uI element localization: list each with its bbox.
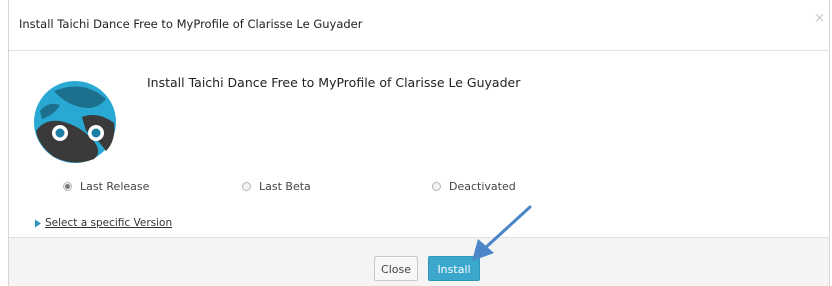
radio-button[interactable] (242, 182, 251, 191)
dialog-footer: Close Install (9, 237, 829, 286)
chevron-right-icon (35, 219, 41, 227)
taichi-dance-app-icon (34, 81, 116, 163)
radio-button[interactable] (63, 182, 72, 191)
radio-deactivated[interactable]: Deactivated (432, 180, 516, 193)
radio-label: Deactivated (449, 180, 516, 193)
radio-button[interactable] (432, 182, 441, 191)
close-icon[interactable]: × (814, 12, 825, 25)
dialog-header: Install Taichi Dance Free to MyProfile o… (9, 0, 829, 51)
radio-selected-dot (65, 184, 70, 189)
select-version-link[interactable]: Select a specific Version (34, 217, 172, 229)
radio-label: Last Release (80, 180, 150, 193)
dialog-title: Install Taichi Dance Free to MyProfile o… (19, 17, 363, 31)
radio-last-beta[interactable]: Last Beta (242, 180, 311, 193)
arrow-pointer-icon (472, 205, 532, 261)
release-radio-group: Last Release Last Beta Deactivated (63, 180, 623, 196)
install-heading: Install Taichi Dance Free to MyProfile o… (147, 75, 521, 90)
dialog-body: Install Taichi Dance Free to MyProfile o… (9, 51, 829, 237)
radio-label: Last Beta (259, 180, 311, 193)
close-button[interactable]: Close (374, 256, 418, 281)
select-version-label: Select a specific Version (45, 217, 173, 229)
install-dialog: Install Taichi Dance Free to MyProfile o… (8, 0, 830, 286)
radio-last-release[interactable]: Last Release (63, 180, 149, 193)
